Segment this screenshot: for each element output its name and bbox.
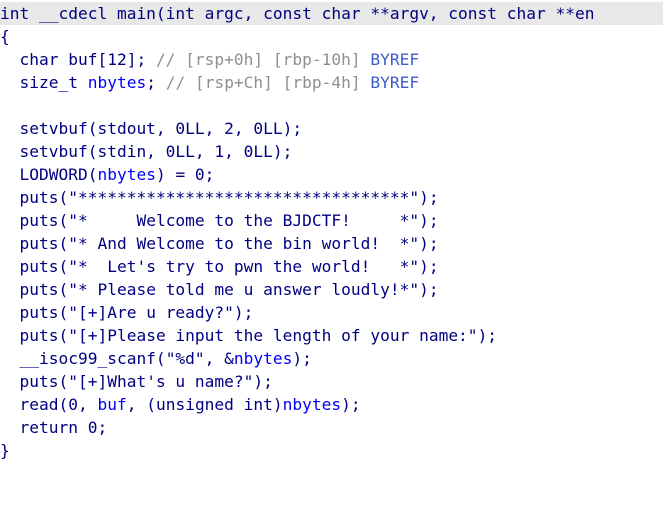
- code-line[interactable]: LODWORD(nbytes) = 0;: [0, 163, 214, 186]
- code-text: puts("* Please told me u answer loudly!*…: [0, 280, 439, 299]
- code-line[interactable]: puts("* Let's try to pwn the world! *");: [0, 255, 439, 278]
- code-text: setvbuf(stdin, 0LL, 1, 0LL);: [0, 142, 293, 161]
- code-line[interactable]: read(0, buf, (unsigned int)nbytes);: [0, 393, 361, 416]
- code-line[interactable]: setvbuf(stdout, 0LL, 2, 0LL);: [0, 117, 302, 140]
- code-line[interactable]: puts("* Please told me u answer loudly!*…: [0, 278, 439, 301]
- code-text: __isoc99_scanf("%d", &nbytes);: [0, 349, 312, 368]
- code-line[interactable]: {: [0, 25, 10, 48]
- code-text: LODWORD(nbytes) = 0;: [0, 165, 215, 184]
- pseudocode-view[interactable]: int __cdecl main(int argc, const char **…: [0, 0, 663, 507]
- code-line[interactable]: }: [0, 439, 10, 462]
- code-line[interactable]: puts("[+]Are u ready?");: [0, 301, 253, 324]
- code-line[interactable]: return 0;: [0, 416, 107, 439]
- code-text: {: [0, 27, 10, 46]
- code-line-signature[interactable]: int __cdecl main(int argc, const char **…: [0, 2, 663, 25]
- code-text: read(0, buf, (unsigned int)nbytes);: [0, 395, 361, 414]
- code-line[interactable]: setvbuf(stdin, 0LL, 1, 0LL);: [0, 140, 292, 163]
- code-line[interactable]: puts("**********************************…: [0, 186, 439, 209]
- code-text: puts("* Welcome to the BJDCTF! *");: [0, 211, 439, 230]
- code-text: puts("[+]Please input the length of your…: [0, 326, 498, 345]
- code-line-comment[interactable]: char buf[12]; // [rsp+0h] [rbp-10h] BYRE…: [0, 48, 419, 71]
- code-text: }: [0, 441, 10, 460]
- code-line[interactable]: puts("[+]What's u name?");: [0, 370, 273, 393]
- code-text: size_t nbytes; // [rsp+Ch] [rbp-4h] BYRE…: [0, 73, 420, 92]
- code-text: puts("**********************************…: [0, 188, 439, 207]
- code-text: int __cdecl main(int argc, const char **…: [0, 4, 595, 23]
- code-line[interactable]: __isoc99_scanf("%d", &nbytes);: [0, 347, 312, 370]
- code-text: puts("* And Welcome to the bin world! *"…: [0, 234, 439, 253]
- code-line[interactable]: puts("* And Welcome to the bin world! *"…: [0, 232, 439, 255]
- code-text: puts("[+]What's u name?");: [0, 372, 273, 391]
- code-text: return 0;: [0, 418, 108, 437]
- code-line[interactable]: puts("* Welcome to the BJDCTF! *");: [0, 209, 439, 232]
- code-line-comment[interactable]: size_t nbytes; // [rsp+Ch] [rbp-4h] BYRE…: [0, 71, 419, 94]
- code-text: char buf[12]; // [rsp+0h] [rbp-10h] BYRE…: [0, 50, 420, 69]
- code-text: setvbuf(stdout, 0LL, 2, 0LL);: [0, 119, 303, 138]
- code-text: puts("* Let's try to pwn the world! *");: [0, 257, 439, 276]
- code-text: puts("[+]Are u ready?");: [0, 303, 254, 322]
- code-line[interactable]: puts("[+]Please input the length of your…: [0, 324, 497, 347]
